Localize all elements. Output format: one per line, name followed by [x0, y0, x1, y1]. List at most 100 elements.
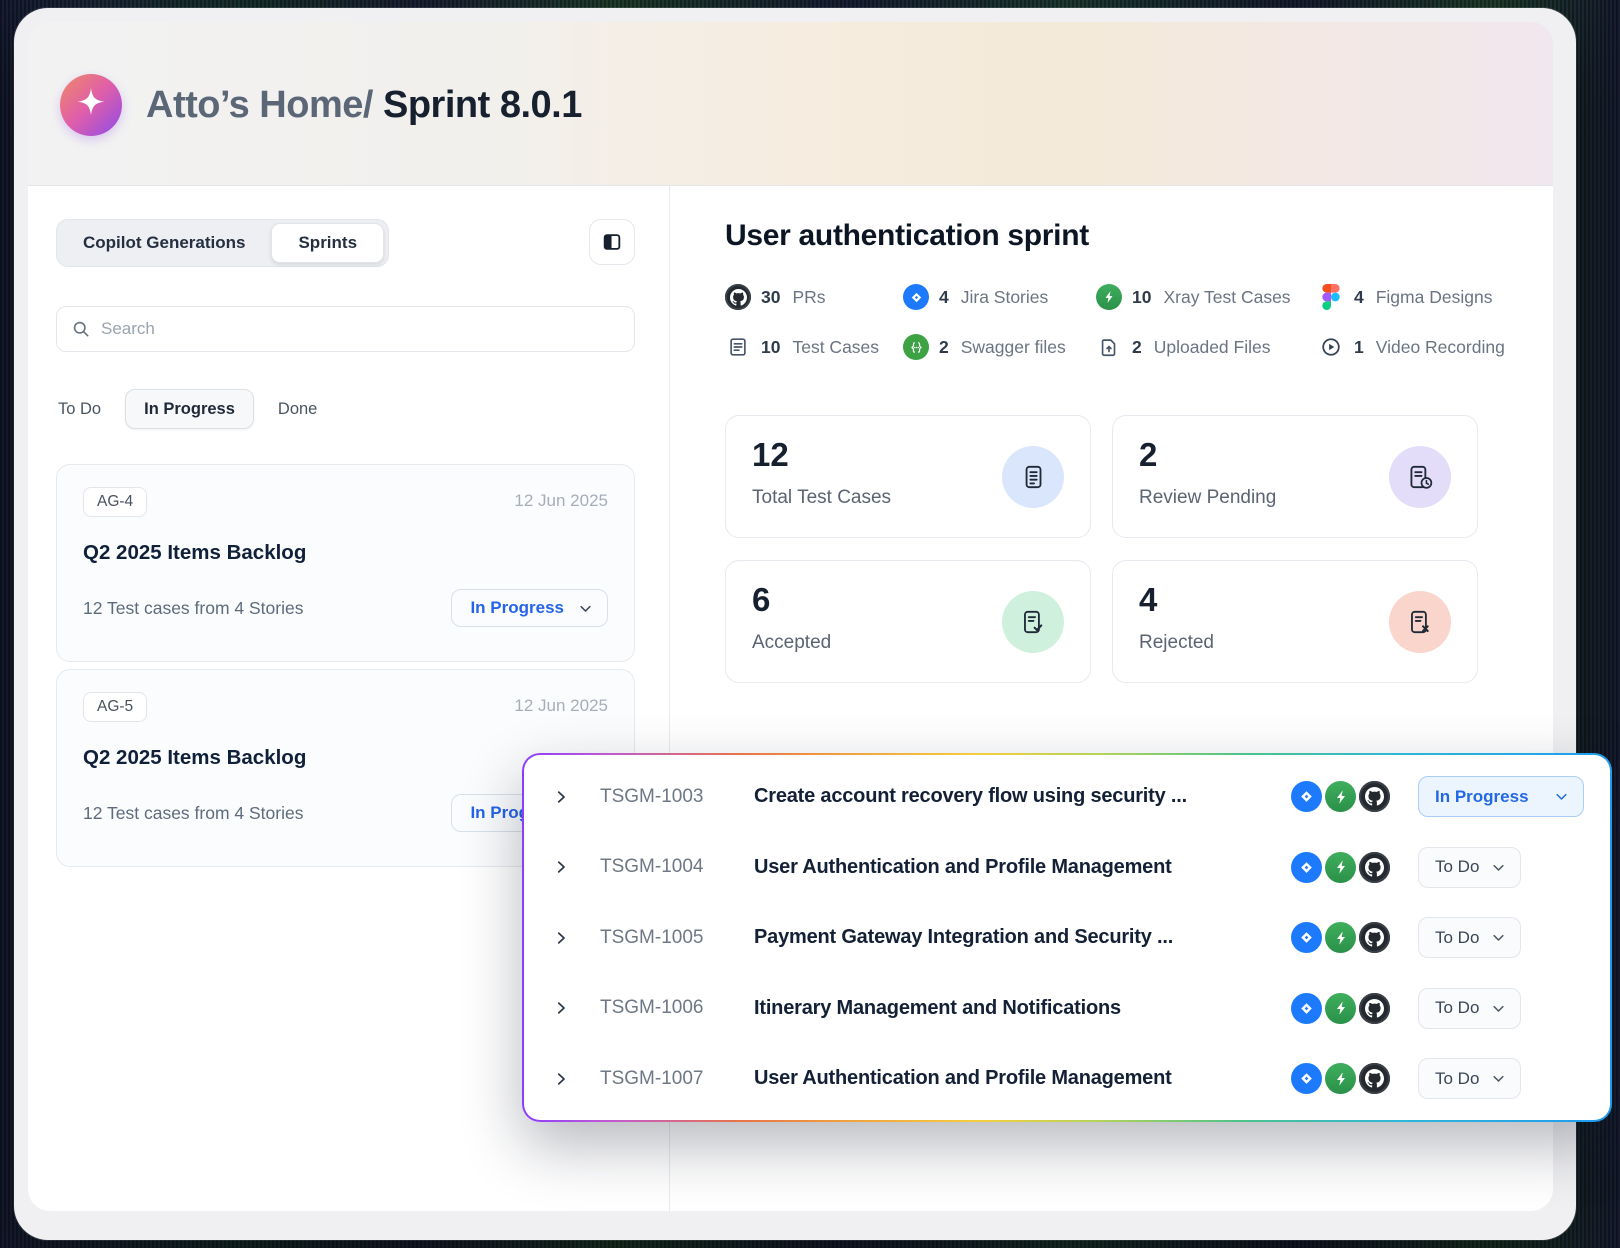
sprint-card-title: Q2 2025 Items Backlog — [83, 541, 608, 565]
story-list-panel: TSGM-1003 Create account recovery flow u… — [522, 753, 1612, 1122]
jira-icon — [1291, 922, 1322, 953]
chevron-right-icon[interactable] — [552, 999, 570, 1017]
story-row[interactable]: TSGM-1004 User Authentication and Profil… — [524, 834, 1610, 900]
stat-video-recording: 1 Video Recording — [1318, 334, 1505, 360]
sidebar-layout-icon — [601, 231, 623, 253]
stat-test-cases: 10 Test Cases — [725, 334, 903, 360]
story-title: Itinerary Management and Notifications — [754, 997, 1291, 1020]
story-title: User Authentication and Profile Manageme… — [754, 1067, 1291, 1090]
story-status-dropdown[interactable]: To Do — [1418, 917, 1521, 958]
story-id: TSGM-1006 — [600, 997, 732, 1019]
desktop-background: { "app": { "title_prefix": "Atto’s Home/… — [0, 0, 1620, 1248]
story-id: TSGM-1005 — [600, 927, 732, 949]
chevron-down-icon — [1491, 1001, 1506, 1016]
stat-xray-test-cases: 10 Xray Test Cases — [1096, 284, 1318, 310]
chevron-right-icon[interactable] — [552, 1070, 570, 1088]
jira-icon — [1291, 781, 1322, 812]
xray-icon — [1325, 1063, 1356, 1094]
summary-card-total-test-cases: 12 Total Test Cases — [725, 415, 1091, 538]
filter-in-progress[interactable]: In Progress — [125, 389, 254, 429]
story-id: TSGM-1007 — [600, 1068, 732, 1090]
brand: Atto’s Home/ Sprint 8.0.1 — [60, 74, 582, 136]
sidebar-toolbar: Copilot Generations Sprints — [56, 219, 635, 267]
chevron-right-icon[interactable] — [552, 788, 570, 806]
breadcrumb-current: Sprint 8.0.1 — [383, 84, 582, 126]
story-status-dropdown[interactable]: In Progress — [1418, 776, 1584, 817]
view-tab-group: Copilot Generations Sprints — [56, 219, 389, 267]
story-id: TSGM-1004 — [600, 856, 732, 878]
jira-icon — [1291, 852, 1322, 883]
story-title: Payment Gateway Integration and Security… — [754, 926, 1291, 949]
test-case-doc-icon — [725, 334, 751, 360]
sprint-date: 12 Jun 2025 — [514, 696, 608, 716]
filter-done[interactable]: Done — [276, 400, 319, 419]
chevron-down-icon — [578, 601, 593, 616]
github-icon — [1359, 1063, 1390, 1094]
sprint-id-badge: AG-4 — [83, 487, 147, 517]
swagger-icon — [903, 334, 929, 360]
chevron-down-icon — [1491, 860, 1506, 875]
story-status-label: To Do — [1435, 857, 1479, 877]
sprint-card-meta: 12 Test cases from 4 Stories — [83, 803, 303, 824]
stat-swagger-files: 2 Swagger files — [903, 334, 1096, 360]
chevron-down-icon — [1554, 789, 1569, 804]
story-status-label: To Do — [1435, 998, 1479, 1018]
chevron-right-icon[interactable] — [552, 929, 570, 947]
document-x-icon — [1389, 591, 1451, 653]
story-row[interactable]: TSGM-1003 Create account recovery flow u… — [524, 764, 1610, 830]
xray-icon — [1325, 993, 1356, 1024]
github-icon — [725, 284, 751, 310]
sprint-id-badge: AG-5 — [83, 692, 147, 722]
tab-sprints[interactable]: Sprints — [271, 223, 384, 263]
sprint-status-label: In Progress — [470, 598, 564, 618]
xray-icon — [1096, 284, 1122, 310]
story-status-label: To Do — [1435, 1069, 1479, 1089]
page-title: Atto’s Home/ Sprint 8.0.1 — [146, 84, 582, 127]
summary-cards: 12 Total Test Cases 2 Review Pending — [725, 415, 1478, 683]
story-title: Create account recovery flow using secur… — [754, 785, 1291, 808]
story-status-label: To Do — [1435, 928, 1479, 948]
document-lines-icon — [1002, 446, 1064, 508]
story-row[interactable]: TSGM-1007 User Authentication and Profil… — [524, 1046, 1610, 1112]
chevron-down-icon — [1491, 930, 1506, 945]
story-status-label: In Progress — [1435, 787, 1529, 807]
summary-card-review-pending: 2 Review Pending — [1112, 415, 1478, 538]
story-title: User Authentication and Profile Manageme… — [754, 856, 1291, 879]
github-icon — [1359, 922, 1390, 953]
sprint-stats: 30 PRs 4 Jira Stories 10 Xray Test Cases — [725, 284, 1503, 360]
sprint-date: 12 Jun 2025 — [514, 491, 608, 511]
story-id: TSGM-1003 — [600, 786, 732, 808]
story-status-dropdown[interactable]: To Do — [1418, 988, 1521, 1029]
story-row[interactable]: TSGM-1006 Itinerary Management and Notif… — [524, 975, 1610, 1041]
jira-icon — [1291, 1063, 1322, 1094]
file-upload-icon — [1096, 334, 1122, 360]
sprint-status-dropdown[interactable]: In Progress — [451, 589, 608, 627]
chevron-right-icon[interactable] — [552, 858, 570, 876]
status-filter-group: To Do In Progress Done — [56, 389, 319, 429]
filter-to-do[interactable]: To Do — [56, 400, 103, 419]
panel-toggle-button[interactable] — [589, 219, 635, 265]
story-status-dropdown[interactable]: To Do — [1418, 1058, 1521, 1099]
document-clock-icon — [1389, 446, 1451, 508]
jira-icon — [903, 284, 929, 310]
tab-copilot-generations[interactable]: Copilot Generations — [57, 233, 271, 253]
summary-card-accepted: 6 Accepted — [725, 560, 1091, 683]
chevron-down-icon — [1491, 1071, 1506, 1086]
story-status-dropdown[interactable]: To Do — [1418, 847, 1521, 888]
sprint-card-meta: 12 Test cases from 4 Stories — [83, 598, 303, 619]
jira-icon — [1291, 993, 1322, 1024]
search-input[interactable] — [101, 319, 620, 339]
stat-figma-designs: 4 Figma Designs — [1318, 284, 1505, 310]
sprint-card[interactable]: AG-4 12 Jun 2025 Q2 2025 Items Backlog 1… — [56, 464, 635, 662]
figma-icon — [1318, 284, 1344, 310]
document-check-icon — [1002, 591, 1064, 653]
github-icon — [1359, 781, 1390, 812]
video-recording-icon — [1318, 334, 1344, 360]
xray-icon — [1325, 852, 1356, 883]
github-icon — [1359, 852, 1390, 883]
story-row[interactable]: TSGM-1005 Payment Gateway Integration an… — [524, 905, 1610, 971]
sprint-title: User authentication sprint — [725, 219, 1089, 253]
stat-jira-stories: 4 Jira Stories — [903, 284, 1096, 310]
breadcrumb-prefix: Atto’s Home/ — [146, 84, 373, 126]
search-icon — [71, 319, 91, 339]
